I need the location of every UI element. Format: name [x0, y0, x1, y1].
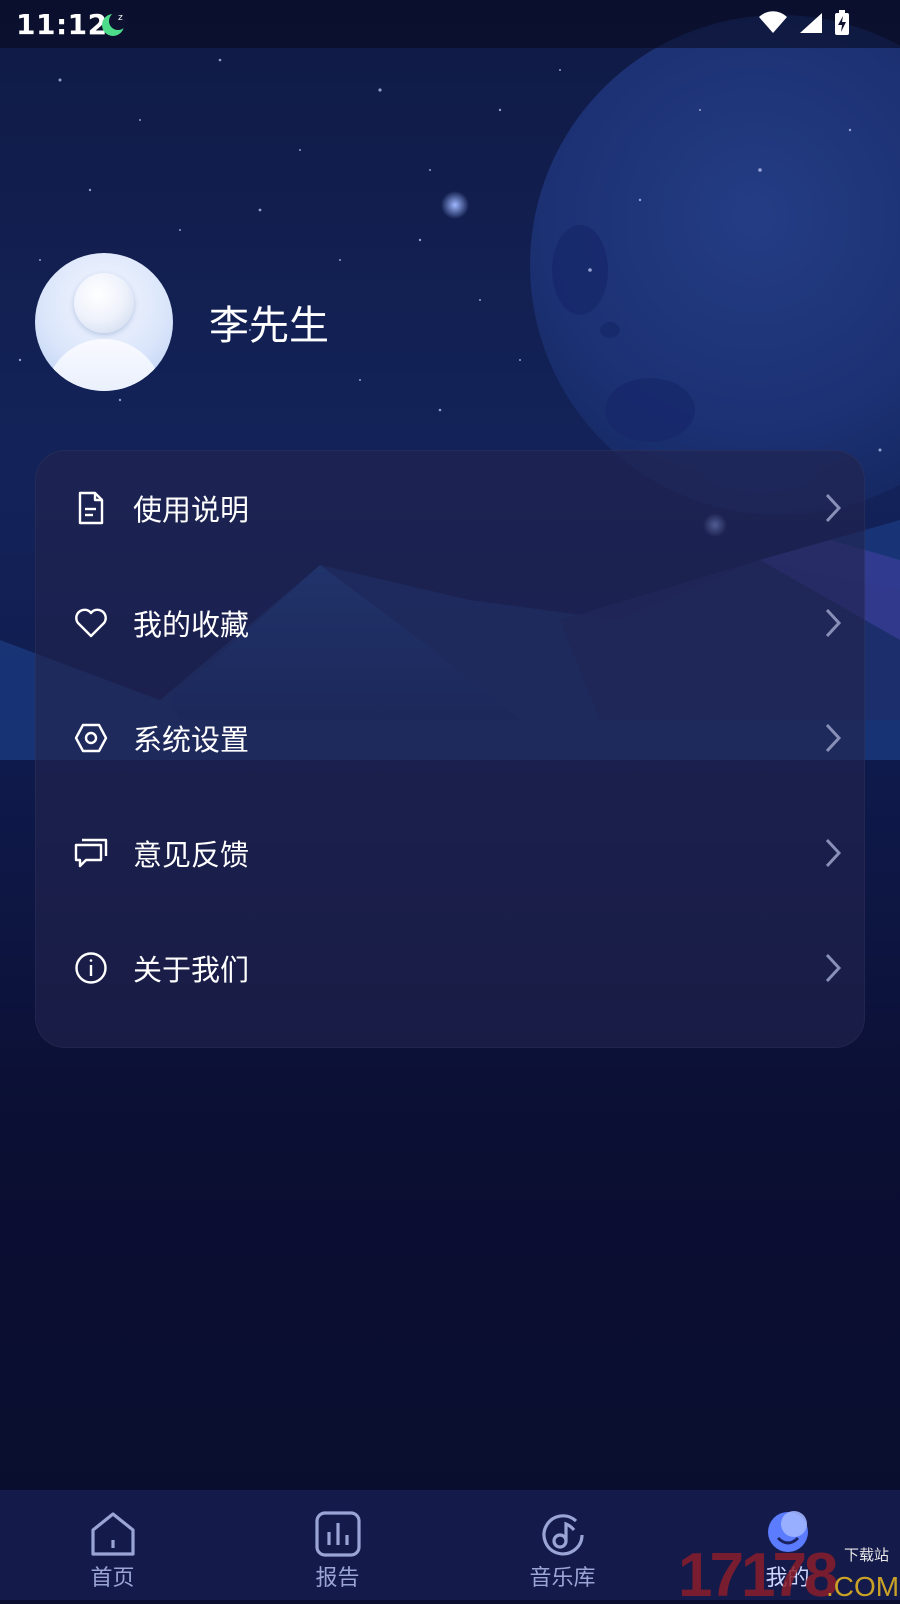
menu-card: 使用说明 我的收藏 系统设置 意见反馈 关于我们	[35, 450, 865, 1048]
cell-signal-icon	[800, 13, 822, 33]
tab-report[interactable]: 报告	[225, 1490, 450, 1600]
menu-item-label: 我的收藏	[133, 607, 250, 642]
bar-chart-icon	[314, 1510, 362, 1562]
tab-music-library[interactable]: 音乐库	[450, 1490, 675, 1600]
menu-item-favorites[interactable]: 我的收藏	[35, 565, 865, 680]
tab-label: 音乐库	[529, 1566, 596, 1591]
info-icon	[73, 950, 109, 986]
menu-item-label: 系统设置	[133, 722, 250, 757]
tab-label: 首页	[90, 1566, 135, 1591]
menu-item-settings[interactable]: 系统设置	[35, 680, 865, 795]
wifi-icon	[759, 11, 787, 33]
chevron-right-icon	[825, 608, 842, 637]
chevron-right-icon	[825, 953, 842, 982]
svg-text:.COM: .COM	[826, 1571, 899, 1600]
heart-icon	[73, 605, 109, 641]
svg-text:z: z	[118, 13, 123, 23]
menu-item-about-us[interactable]: 关于我们	[35, 910, 865, 1025]
battery-charging-icon	[835, 10, 849, 35]
menu-item-feedback[interactable]: 意见反馈	[35, 795, 865, 910]
avatar-body	[45, 339, 163, 391]
menu-item-label: 使用说明	[133, 492, 250, 527]
tab-home[interactable]: 首页	[0, 1490, 225, 1600]
profile-header[interactable]: 李先生	[35, 253, 329, 391]
sleep-moon-icon: z	[100, 10, 128, 42]
music-note-icon	[538, 1510, 588, 1564]
settings-hexagon-icon	[73, 720, 109, 756]
document-icon	[73, 490, 109, 526]
chat-bubble-icon	[73, 835, 109, 871]
home-icon	[89, 1510, 137, 1562]
menu-item-label: 关于我们	[133, 952, 250, 987]
chevron-right-icon	[825, 493, 842, 522]
status-indicators	[758, 10, 850, 36]
svg-text:下载站: 下载站	[844, 1546, 889, 1564]
tab-label: 报告	[315, 1566, 360, 1591]
site-watermark-logo: 17178 下载站 .COM	[676, 1530, 900, 1604]
chevron-right-icon	[825, 723, 842, 752]
username: 李先生	[209, 303, 329, 349]
svg-text:17178: 17178	[678, 1541, 837, 1600]
status-time: 11:12	[16, 8, 108, 41]
status-bar: 11:12 z	[0, 0, 900, 48]
menu-item-label: 意见反馈	[133, 837, 250, 872]
avatar[interactable]	[35, 253, 173, 391]
menu-item-instructions[interactable]: 使用说明	[35, 450, 865, 565]
chevron-right-icon	[825, 838, 842, 867]
avatar-head	[74, 273, 134, 333]
